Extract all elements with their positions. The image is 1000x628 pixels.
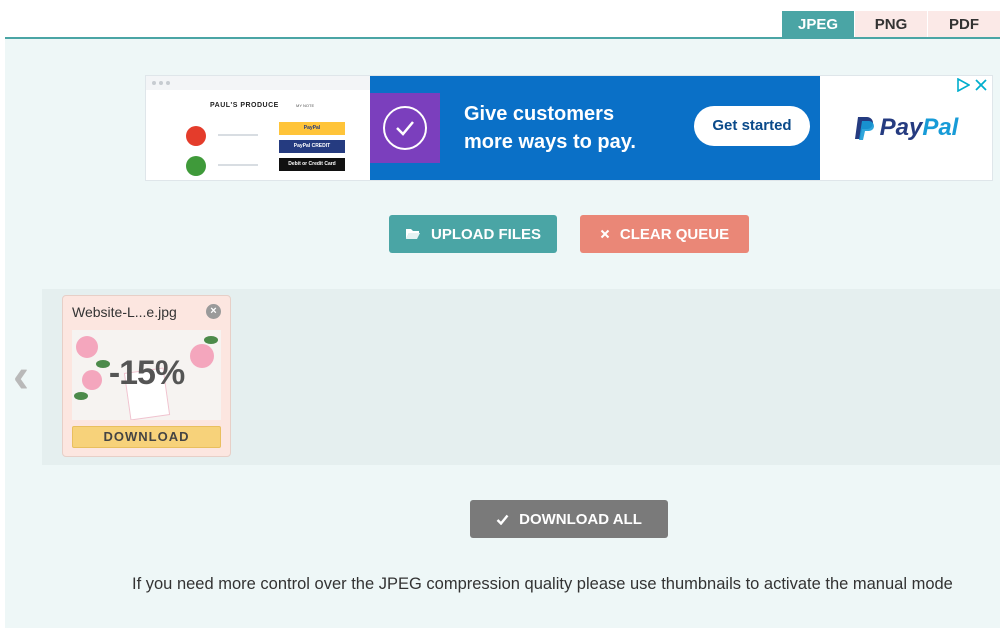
ad-headline-line1: Give customers (464, 103, 615, 125)
leaf-decoration (74, 392, 88, 400)
download-all-label: DOWNLOAD ALL (519, 510, 642, 528)
tomato-icon (186, 126, 206, 146)
remove-file-icon[interactable]: × (206, 304, 221, 319)
ad-card-chip: Debit or Credit Card (279, 158, 345, 171)
ad-get-started-button[interactable]: Get started (694, 106, 810, 146)
page: JPEG PNG PDF PAUL'S PRODUCE MY NOTE PayP… (0, 0, 1000, 628)
ad-controls (956, 78, 988, 92)
window-dot (166, 81, 170, 85)
broccoli-icon (186, 156, 206, 176)
window-bar (146, 76, 370, 90)
upload-files-button[interactable]: UPLOAD FILES (389, 215, 557, 253)
ad-line (218, 164, 258, 166)
download-button[interactable]: DOWNLOAD (72, 426, 221, 448)
main-panel: PAUL'S PRODUCE MY NOTE PayPal PayPal CRE… (5, 37, 1000, 628)
window-dot (159, 81, 163, 85)
format-tabs: JPEG PNG PDF (782, 11, 1000, 39)
ad-paypal-credit-chip: PayPal CREDIT (279, 140, 345, 153)
checkmark-icon (496, 514, 509, 525)
tab-pdf[interactable]: PDF (927, 11, 1000, 39)
info-text: If you need more control over the JPEG c… (132, 575, 953, 593)
compression-savings: -15% (108, 354, 185, 392)
ad-banner[interactable]: PAUL'S PRODUCE MY NOTE PayPal PayPal CRE… (145, 75, 993, 181)
close-icon (600, 229, 610, 239)
download-all-button[interactable]: DOWNLOAD ALL (470, 500, 668, 538)
upload-files-label: UPLOAD FILES (430, 225, 541, 243)
file-name: Website-L...e.jpg (72, 304, 177, 320)
ad-store-title: PAUL'S PRODUCE (210, 102, 279, 109)
paypal-logo-text: PayPal (880, 114, 959, 142)
chevron-left-icon[interactable]: ‹ (13, 353, 29, 401)
file-card: Website-L...e.jpg × -15% DOWNLOAD (62, 295, 231, 457)
ad-line (218, 134, 258, 136)
window-dot (152, 81, 156, 85)
ad-store-sub: MY NOTE (296, 103, 315, 108)
clear-queue-button[interactable]: CLEAR QUEUE (580, 215, 749, 253)
paypal-p-icon (854, 117, 874, 140)
clear-queue-label: CLEAR QUEUE (619, 225, 730, 243)
tab-jpeg[interactable]: JPEG (782, 11, 854, 39)
paypal-logo-pay: Pay (879, 114, 923, 141)
adchoices-icon[interactable] (956, 78, 970, 92)
ad-headline-line2: more ways to pay. (464, 131, 636, 153)
check-circle-icon (370, 93, 440, 163)
tab-png[interactable]: PNG (854, 11, 927, 39)
ad-preview-image: PAUL'S PRODUCE MY NOTE PayPal PayPal CRE… (146, 76, 370, 180)
file-thumbnail[interactable]: -15% (72, 330, 221, 420)
ad-paypal-chip: PayPal (279, 122, 345, 135)
folder-open-icon (405, 229, 420, 239)
paypal-logo-pal: Pal (922, 114, 959, 141)
close-icon[interactable] (974, 78, 988, 92)
ad-headline: Give customers more ways to pay. (440, 76, 664, 180)
leaf-decoration (204, 336, 218, 344)
